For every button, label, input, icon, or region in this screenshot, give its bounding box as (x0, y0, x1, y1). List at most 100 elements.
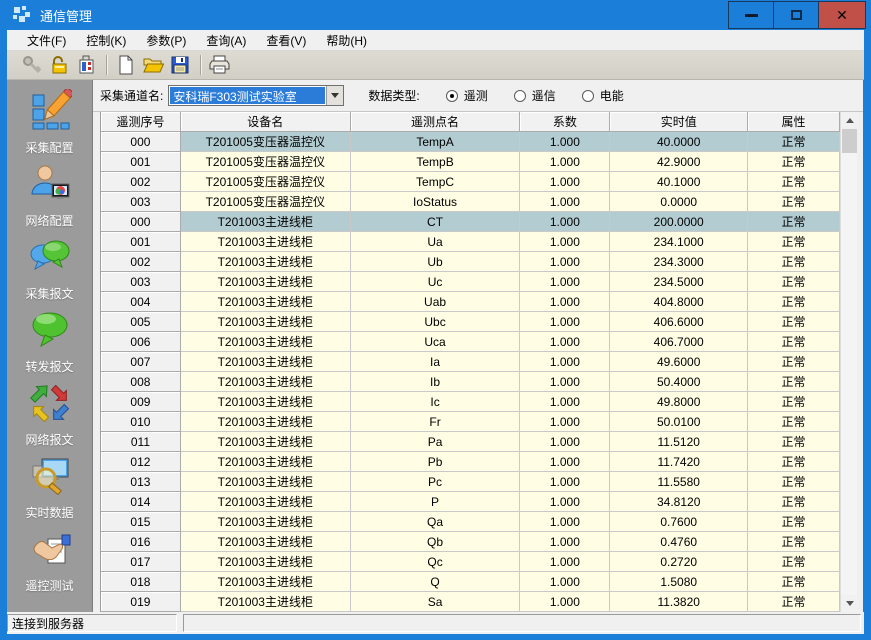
menu-query[interactable]: 查询(A) (196, 30, 256, 50)
toolbar-separator (106, 55, 107, 75)
sidebar-item-network-config[interactable]: 网络配置 (7, 162, 92, 235)
table-row[interactable]: 012T201003主进线柜Pb1.00011.7420正常 (101, 452, 840, 472)
window-title: 通信管理 (40, 6, 92, 25)
header-realtime-value[interactable]: 实时值 (610, 112, 748, 132)
menu-view[interactable]: 查看(V) (256, 30, 316, 50)
cell-point-name: TempB (351, 152, 521, 172)
cell-coefficient: 1.000 (520, 172, 610, 192)
table-row[interactable]: 015T201003主进线柜Qa1.0000.7600正常 (101, 512, 840, 532)
cell-point-name: Ub (351, 252, 521, 272)
header-serial[interactable]: 遥测序号 (101, 112, 181, 132)
table-row[interactable]: 002T201005变压器温控仪TempC1.00040.1000正常 (101, 172, 840, 192)
print-icon[interactable] (207, 52, 233, 78)
radio-telesignal[interactable]: 遥信 (514, 87, 556, 104)
cell-point-name: Ua (351, 232, 521, 252)
cell-realtime-value: 234.5000 (610, 272, 748, 292)
cell-point-name: Uca (351, 332, 521, 352)
maximize-icon (791, 10, 802, 20)
menu-help[interactable]: 帮助(H) (316, 30, 377, 50)
cell-point-name: Q (351, 572, 521, 592)
header-coefficient[interactable]: 系数 (520, 112, 610, 132)
table-row[interactable]: 002T201003主进线柜Ub1.000234.3000正常 (101, 252, 840, 272)
table-row[interactable]: 014T201003主进线柜P1.00034.8120正常 (101, 492, 840, 512)
sidebar-item-network-message[interactable]: 网络报文 (7, 381, 92, 454)
table-row[interactable]: 003T201005变压器温控仪IoStatus1.0000.0000正常 (101, 192, 840, 212)
scroll-down-button[interactable] (841, 595, 858, 612)
cell-serial: 011 (101, 432, 181, 452)
close-button[interactable]: ✕ (818, 1, 866, 29)
radio-telemetry[interactable]: 遥测 (446, 87, 488, 104)
new-file-icon[interactable] (113, 52, 139, 78)
table-row[interactable]: 019T201003主进线柜Sa1.00011.3820正常 (101, 592, 840, 612)
table-row[interactable]: 008T201003主进线柜Ib1.00050.4000正常 (101, 372, 840, 392)
sidebar-item-remote-test[interactable]: 遥控测试 (7, 527, 92, 600)
realtime-data-icon (28, 454, 72, 501)
cell-realtime-value: 50.0100 (610, 412, 748, 432)
header-device-name[interactable]: 设备名 (181, 112, 351, 132)
table-row[interactable]: 005T201003主进线柜Ubc1.000406.6000正常 (101, 312, 840, 332)
radio-label: 遥测 (464, 87, 488, 104)
table-row[interactable]: 001T201005变压器温控仪TempB1.00042.9000正常 (101, 152, 840, 172)
header-point-name[interactable]: 遥测点名 (351, 112, 521, 132)
cell-serial: 013 (101, 472, 181, 492)
cell-attribute: 正常 (748, 552, 840, 572)
table-row[interactable]: 000T201003主进线柜CT1.000200.0000正常 (101, 212, 840, 232)
table-row[interactable]: 011T201003主进线柜Pa1.00011.5120正常 (101, 432, 840, 452)
channel-config-icon[interactable] (73, 52, 99, 78)
table-row[interactable]: 016T201003主进线柜Qb1.0000.4760正常 (101, 532, 840, 552)
cell-coefficient: 1.000 (520, 292, 610, 312)
cell-serial: 006 (101, 332, 181, 352)
header-attribute[interactable]: 属性 (748, 112, 840, 132)
cell-coefficient: 1.000 (520, 512, 610, 532)
cell-attribute: 正常 (748, 232, 840, 252)
toolbar-separator (200, 55, 201, 75)
arrow-down-icon (846, 601, 854, 606)
cell-point-name: Pa (351, 432, 521, 452)
dropdown-arrow-button[interactable] (326, 86, 343, 105)
cell-serial: 019 (101, 592, 181, 612)
table-row[interactable]: 009T201003主进线柜Ic1.00049.8000正常 (101, 392, 840, 412)
table-row[interactable]: 018T201003主进线柜Q1.0001.5080正常 (101, 572, 840, 592)
cell-device-name: T201003主进线柜 (181, 412, 351, 432)
cell-coefficient: 1.000 (520, 392, 610, 412)
cell-point-name: Pc (351, 472, 521, 492)
channel-control-row: 采集通道名: 安科瑞F303测试实验室 数据类型: 遥测 遥信 电能 (93, 80, 863, 112)
save-icon[interactable] (167, 52, 193, 78)
cell-attribute: 正常 (748, 572, 840, 592)
table-row[interactable]: 003T201003主进线柜Uc1.000234.5000正常 (101, 272, 840, 292)
menu-file[interactable]: 文件(F) (17, 30, 76, 50)
table-row[interactable]: 006T201003主进线柜Uca1.000406.7000正常 (101, 332, 840, 352)
open-folder-icon[interactable] (140, 52, 166, 78)
table-row[interactable]: 007T201003主进线柜Ia1.00049.6000正常 (101, 352, 840, 372)
table-row[interactable]: 010T201003主进线柜Fr1.00050.0100正常 (101, 412, 840, 432)
scroll-up-button[interactable] (841, 112, 858, 129)
sidebar-item-collect-config[interactable]: 采集配置 (7, 89, 92, 162)
table-row[interactable]: 001T201003主进线柜Ua1.000234.1000正常 (101, 232, 840, 252)
table-row[interactable]: 004T201003主进线柜Uab1.000404.8000正常 (101, 292, 840, 312)
menu-control[interactable]: 控制(K) (76, 30, 136, 50)
cell-coefficient: 1.000 (520, 152, 610, 172)
cell-realtime-value: 234.3000 (610, 252, 748, 272)
scrollbar-thumb[interactable] (842, 129, 857, 153)
channel-dropdown[interactable]: 安科瑞F303测试实验室 (168, 85, 344, 106)
cell-serial: 002 (101, 172, 181, 192)
cell-coefficient: 1.000 (520, 432, 610, 452)
minimize-button[interactable] (728, 1, 774, 29)
unlock-icon[interactable] (46, 52, 72, 78)
radio-energy[interactable]: 电能 (582, 87, 624, 104)
maximize-button[interactable] (773, 1, 819, 29)
vertical-scrollbar[interactable] (840, 112, 857, 612)
network-message-icon (28, 381, 72, 428)
table-row[interactable]: 000T201005变压器温控仪TempA1.00040.0000正常 (101, 132, 840, 152)
menu-parameter[interactable]: 参数(P) (136, 30, 196, 50)
key-icon[interactable] (19, 52, 45, 78)
cell-device-name: T201003主进线柜 (181, 332, 351, 352)
cell-attribute: 正常 (748, 272, 840, 292)
sidebar-item-forward-message[interactable]: 转发报文 (7, 308, 92, 381)
cell-point-name: Ib (351, 372, 521, 392)
table-row[interactable]: 017T201003主进线柜Qc1.0000.2720正常 (101, 552, 840, 572)
table-row[interactable]: 013T201003主进线柜Pc1.00011.5580正常 (101, 472, 840, 492)
sidebar-item-collect-message[interactable]: 采集报文 (7, 235, 92, 308)
sidebar-item-realtime-data[interactable]: 实时数据 (7, 454, 92, 527)
cell-attribute: 正常 (748, 212, 840, 232)
